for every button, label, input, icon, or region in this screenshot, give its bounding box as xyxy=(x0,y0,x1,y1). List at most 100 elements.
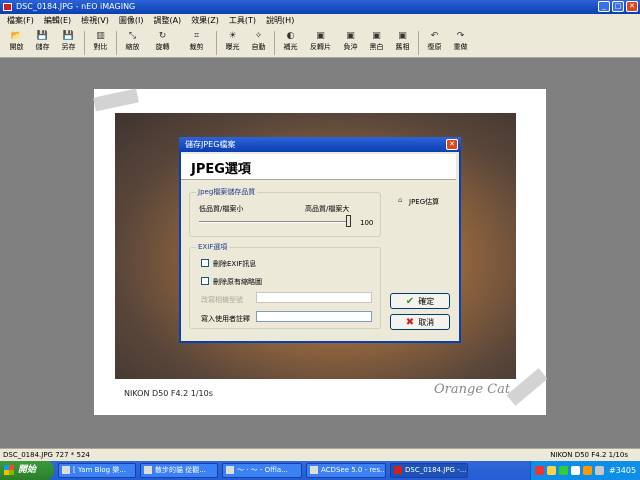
open-icon: 📂 xyxy=(10,31,23,41)
minimize-button[interactable]: _ xyxy=(598,1,610,12)
remove-exif-label: 刪除EXIF訊息 xyxy=(213,260,257,268)
close-button[interactable]: ✕ xyxy=(626,1,638,12)
ok-button[interactable]: ✔ 確定 xyxy=(390,293,450,309)
dialog-titlebar[interactable]: 儲存JPEG檔案 ✕ xyxy=(179,137,461,152)
toolbar-resize-button[interactable]: ⤡ 縮放 xyxy=(120,28,145,52)
start-label: 開始 xyxy=(18,465,37,475)
menu-file[interactable]: 檔案(F) xyxy=(2,14,39,28)
toolbar-rotate-button[interactable]: ↻ 旋轉 xyxy=(146,28,179,52)
taskbar-item[interactable]: ACDSee 5.0 - res... xyxy=(306,463,386,478)
compare-icon: ▥ xyxy=(96,31,105,41)
neo-imaging-icon xyxy=(394,466,402,474)
ok-button-label: 確定 xyxy=(418,296,435,306)
windows-logo-icon xyxy=(4,465,14,475)
negative-icon: ▣ xyxy=(346,31,355,41)
menu-view[interactable]: 檢視(V) xyxy=(76,14,114,28)
redo-icon: ↷ xyxy=(456,31,465,41)
browser-icon xyxy=(62,466,70,474)
tray-icon[interactable] xyxy=(559,466,568,475)
toolbar-undo-button[interactable]: ↶ 復原 xyxy=(422,28,447,52)
taskbar-item[interactable]: ～ · ～ - Offla... xyxy=(222,463,302,478)
start-button[interactable]: 開始 xyxy=(0,461,54,480)
toolbar-separator xyxy=(116,31,117,55)
user-comment-label: 寫入使用者註釋 xyxy=(201,315,250,323)
remove-exif-checkbox[interactable] xyxy=(201,259,209,267)
photo-caption-title: Orange Cat xyxy=(434,382,511,397)
cross-icon: ✖ xyxy=(405,316,415,328)
estimate-icon: ⌂ xyxy=(398,196,403,204)
acdsee-icon xyxy=(310,466,318,474)
menu-image[interactable]: 圖像(I) xyxy=(114,14,149,28)
undo-icon: ↶ xyxy=(430,31,439,41)
toolbar-save-button[interactable]: 💾 儲存 xyxy=(30,28,55,52)
tray-text: #3405 xyxy=(609,466,637,475)
toolbar-negative-button[interactable]: ▣ 負沖 xyxy=(338,28,363,52)
remove-thumbs-checkbox[interactable] xyxy=(201,277,209,285)
system-tray: #3405 xyxy=(530,461,640,480)
toolbar-separator xyxy=(216,31,217,55)
rotate-icon: ↻ xyxy=(158,31,167,41)
quality-slider-thumb[interactable] xyxy=(346,215,351,227)
quality-group: Jpeg檔案儲存品質 xyxy=(189,187,381,237)
dialog-close-button[interactable]: ✕ xyxy=(446,139,458,150)
quality-value: 100 xyxy=(360,219,374,227)
remove-thumbs-label: 刪除原有縮略圖 xyxy=(213,278,262,286)
toolbar-open-button[interactable]: 📂 開啟 xyxy=(4,28,29,52)
camera-model-label: 改寫相機型號 xyxy=(201,296,243,304)
toolbar-reverse-film-button[interactable]: ▣ 反轉片 xyxy=(304,28,337,52)
sepia-icon: ▣ xyxy=(398,31,407,41)
quality-group-label: Jpeg檔案儲存品質 xyxy=(196,187,258,197)
window-title: DSC_0184.JPG - nEO iMAGING xyxy=(16,2,136,11)
menu-edit[interactable]: 編輯(E) xyxy=(39,14,76,28)
exif-group-label: EXIF選項 xyxy=(196,242,230,252)
auto-icon: ✧ xyxy=(254,31,263,41)
high-quality-label: 高品質/檔案大 xyxy=(305,205,350,213)
menu-adjust[interactable]: 調整(A) xyxy=(148,14,186,28)
dialog-header-title: JPEG選項 xyxy=(191,162,251,177)
tray-icon[interactable] xyxy=(571,466,580,475)
reverse-film-icon: ▣ xyxy=(316,31,325,41)
toolbar-compare-button[interactable]: ▥ 對比 xyxy=(88,28,113,52)
toolbar-auto-button[interactable]: ✧ 自動 xyxy=(246,28,271,52)
photo-caption-exif: NIKON D50 F4.2 1/10s xyxy=(124,389,213,398)
menu-bar: 檔案(F) 編輯(E) 檢視(V) 圖像(I) 調整(A) 效果(Z) 工具(T… xyxy=(0,14,640,28)
tray-icon[interactable] xyxy=(595,466,604,475)
toolbar-fill-light-button[interactable]: ◐ 補光 xyxy=(278,28,303,52)
toolbar-separator xyxy=(418,31,419,55)
jpeg-estimate-button[interactable]: JPEG估算 xyxy=(409,197,439,207)
quality-slider-track[interactable] xyxy=(199,221,351,223)
menu-effects[interactable]: 效果(Z) xyxy=(186,14,224,28)
user-comment-input[interactable] xyxy=(256,311,372,322)
low-quality-label: 低品質/檔案小 xyxy=(199,205,244,213)
bw-icon: ▣ xyxy=(372,31,381,41)
maximize-button[interactable]: □ xyxy=(612,1,624,12)
toolbar-exposure-button[interactable]: ☀ 曝光 xyxy=(220,28,245,52)
toolbar-redo-button[interactable]: ↷ 重做 xyxy=(448,28,473,52)
tray-icon[interactable] xyxy=(535,466,544,475)
crop-icon: ⌗ xyxy=(193,31,200,41)
menu-tools[interactable]: 工具(T) xyxy=(224,14,261,28)
toolbar-bw-button[interactable]: ▣ 黑白 xyxy=(364,28,389,52)
browser-icon xyxy=(144,466,152,474)
cancel-button[interactable]: ✖ 取消 xyxy=(390,314,450,330)
toolbar: 📂 開啟 💾 儲存 💾 另存 ▥ 對比 ⤡ 縮放 ↻ 旋轉 ⌗ 裁剪 ☀ 曝光 ✧ 自動 ◐ 補光 … xyxy=(0,28,640,58)
toolbar-sepia-button[interactable]: ▣ 舊相 xyxy=(390,28,415,52)
exposure-icon: ☀ xyxy=(228,31,237,41)
tray-icon[interactable] xyxy=(547,466,556,475)
taskbar-item[interactable]: [ Yam Blog 樂... xyxy=(58,463,136,478)
window-titlebar[interactable]: DSC_0184.JPG - nEO iMAGING _ □ ✕ xyxy=(0,0,640,14)
dialog-header: JPEG選項 xyxy=(181,154,456,180)
save-as-icon: 💾 xyxy=(62,31,75,41)
app-icon xyxy=(3,3,12,11)
camera-model-input[interactable] xyxy=(256,292,372,303)
taskbar-item-active[interactable]: DSC_0184.JPG -... xyxy=(390,463,468,478)
fill-light-icon: ◐ xyxy=(286,31,295,41)
toolbar-separator xyxy=(274,31,275,55)
tray-icon[interactable] xyxy=(583,466,592,475)
toolbar-separator xyxy=(84,31,85,55)
taskbar-item[interactable]: 散步的貓 從觀... xyxy=(140,463,218,478)
menu-help[interactable]: 說明(H) xyxy=(261,14,299,28)
toolbar-crop-button[interactable]: ⌗ 裁剪 xyxy=(180,28,213,52)
check-icon: ✔ xyxy=(405,295,415,307)
toolbar-save-as-button[interactable]: 💾 另存 xyxy=(56,28,81,52)
